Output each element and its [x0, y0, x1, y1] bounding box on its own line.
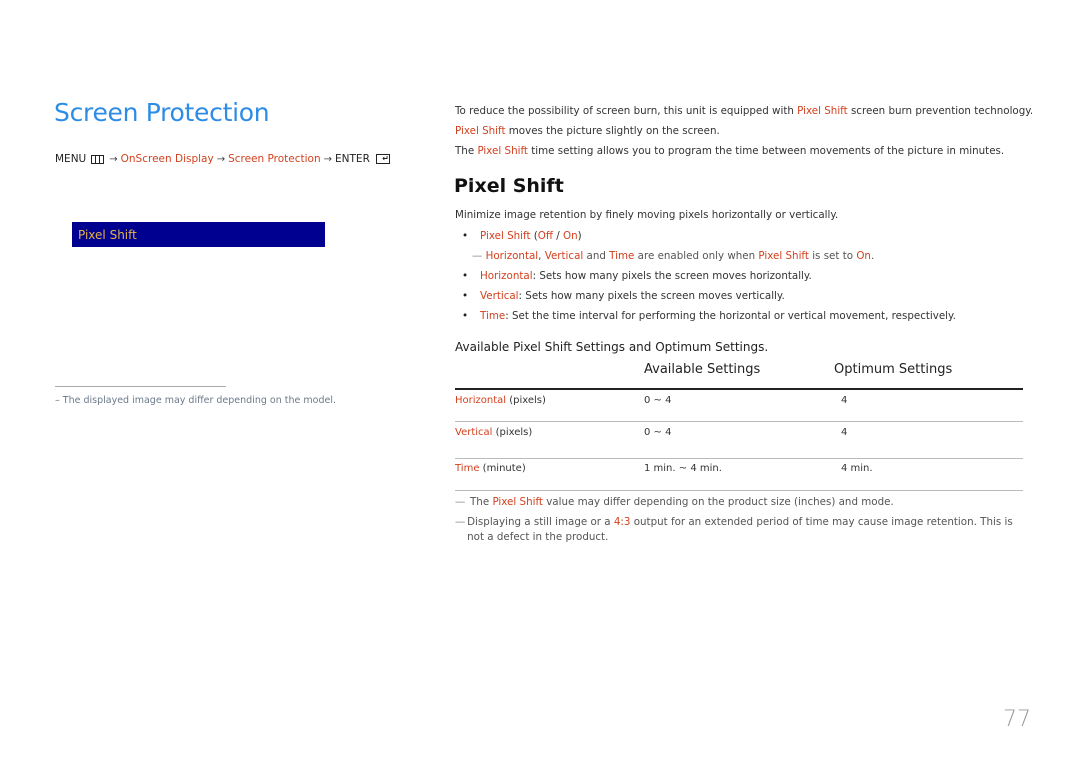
intro-text: moves the picture slightly on the screen… [505, 125, 720, 137]
table-header-rule [455, 388, 1023, 390]
page-number: 77 [1003, 707, 1031, 732]
text: Displaying a still image or a [467, 516, 614, 528]
intro-text: time setting allows you to program the t… [527, 145, 1005, 157]
available-value: 0 ~ 4 [644, 395, 672, 406]
term: Vertical [480, 290, 519, 302]
note-dash-icon: — [455, 496, 466, 508]
column-header-optimum: Optimum Settings [834, 362, 953, 377]
text: value may differ depending on the produc… [542, 496, 894, 508]
note-dash-icon: — [472, 250, 483, 262]
bullet-icon: • [462, 270, 469, 282]
osd-item-label: Pixel Shift [78, 228, 137, 242]
table-row-divider [455, 458, 1023, 459]
intro-text: The [455, 145, 478, 157]
text: is set to [808, 250, 857, 262]
highlight-pixel-shift: Pixel Shift [455, 125, 506, 137]
menu-path-breadcrumb: MENU → OnScreen Display → Screen Protect… [55, 153, 390, 165]
term: Pixel Shift [492, 496, 543, 508]
text: / [553, 230, 564, 242]
available-value: 0 ~ 4 [644, 427, 672, 438]
column-header-available: Available Settings [644, 362, 761, 377]
option-on: On [563, 230, 578, 242]
highlight-pixel-shift: Pixel Shift [477, 145, 528, 157]
feature-list: • Pixel Shift (Off / On) — Horizontal, V… [455, 229, 1035, 329]
list-subnote: — Horizontal, Vertical and Time are enab… [455, 249, 1035, 269]
enter-label: ENTER [335, 153, 370, 165]
page-title: Screen Protection [54, 98, 270, 127]
intro-paragraph: To reduce the possibility of screen burn… [455, 101, 1035, 161]
option-off: Off [537, 230, 553, 242]
table-row-divider [455, 490, 1023, 491]
term: Vertical [544, 250, 584, 262]
term: Pixel Shift [758, 250, 809, 262]
bullet-icon: • [462, 290, 469, 302]
row-label: Vertical (pixels) [455, 427, 532, 438]
section-description: Minimize image retention by finely movin… [455, 209, 839, 221]
row-label: Time (minute) [455, 463, 526, 474]
section-title: Pixel Shift [454, 175, 564, 197]
row-label: Horizontal (pixels) [455, 395, 546, 406]
table-heading: Available Pixel Shift Settings and Optim… [455, 340, 769, 354]
term: 4:3 [613, 516, 631, 528]
list-item: • Time: Set the time interval for perfor… [455, 309, 1035, 329]
text: : Sets how many pixels the screen moves … [532, 270, 812, 282]
table-row-divider [455, 421, 1023, 422]
optimum-value: 4 [841, 395, 848, 406]
term: Horizontal [480, 270, 533, 282]
bullet-icon: • [462, 310, 469, 322]
text: . [870, 250, 875, 262]
breadcrumb-onscreen-display: OnScreen Display [120, 153, 214, 165]
footnote-divider [55, 386, 226, 387]
term: On [856, 250, 871, 262]
list-item: • Horizontal: Sets how many pixels the s… [455, 269, 1035, 289]
note-item: — Displaying a still image or a 4:3 outp… [455, 515, 1025, 545]
intro-text: To reduce the possibility of screen burn… [455, 105, 798, 117]
list-item: • Vertical: Sets how many pixels the scr… [455, 289, 1035, 309]
text: : Set the time interval for performing t… [505, 310, 956, 322]
notes: — The Pixel Shift value may differ depen… [455, 495, 1025, 550]
bullet-icon: • [462, 230, 469, 242]
unit: (pixels) [506, 395, 546, 406]
arrow-icon: → [216, 153, 226, 165]
term: Time [455, 463, 480, 474]
unit: (pixels) [492, 427, 533, 438]
menu-grid-icon [91, 154, 105, 164]
note-item: — The Pixel Shift value may differ depen… [455, 495, 1025, 510]
enter-icon: ↵ [375, 154, 390, 164]
optimum-value: 4 min. [841, 463, 873, 474]
highlight-pixel-shift: Pixel Shift [797, 105, 848, 117]
text: are enabled only when [634, 250, 759, 262]
intro-line-3: The Pixel Shift time setting allows you … [455, 141, 1035, 161]
osd-menu-item-pixel-shift: Pixel Shift [72, 222, 325, 247]
arrow-icon: → [109, 153, 118, 165]
term: Horizontal [485, 250, 539, 262]
note-dash-icon: — [455, 516, 466, 528]
option-name: Pixel Shift [480, 230, 531, 242]
text: ) [577, 230, 582, 242]
text: ( [530, 230, 538, 242]
term: Time [609, 250, 635, 262]
intro-line-1: To reduce the possibility of screen burn… [455, 101, 1035, 121]
term: Time [480, 310, 506, 322]
text: : Sets how many pixels the screen moves … [518, 290, 785, 302]
text: and [583, 250, 610, 262]
intro-text: screen burn prevention technology. [847, 105, 1034, 117]
term: Horizontal [455, 395, 507, 406]
model-footnote: – The displayed image may differ dependi… [55, 395, 336, 406]
intro-line-2: Pixel Shift moves the picture slightly o… [455, 121, 1035, 141]
available-value: 1 min. ~ 4 min. [644, 463, 722, 474]
term: Vertical [455, 427, 493, 438]
list-item: • Pixel Shift (Off / On) [455, 229, 1035, 249]
text: The [470, 496, 493, 508]
arrow-icon: → [323, 153, 333, 165]
menu-label: MENU [55, 153, 87, 165]
unit: (minute) [479, 463, 526, 474]
optimum-value: 4 [841, 427, 848, 438]
breadcrumb-screen-protection: Screen Protection [228, 153, 321, 165]
